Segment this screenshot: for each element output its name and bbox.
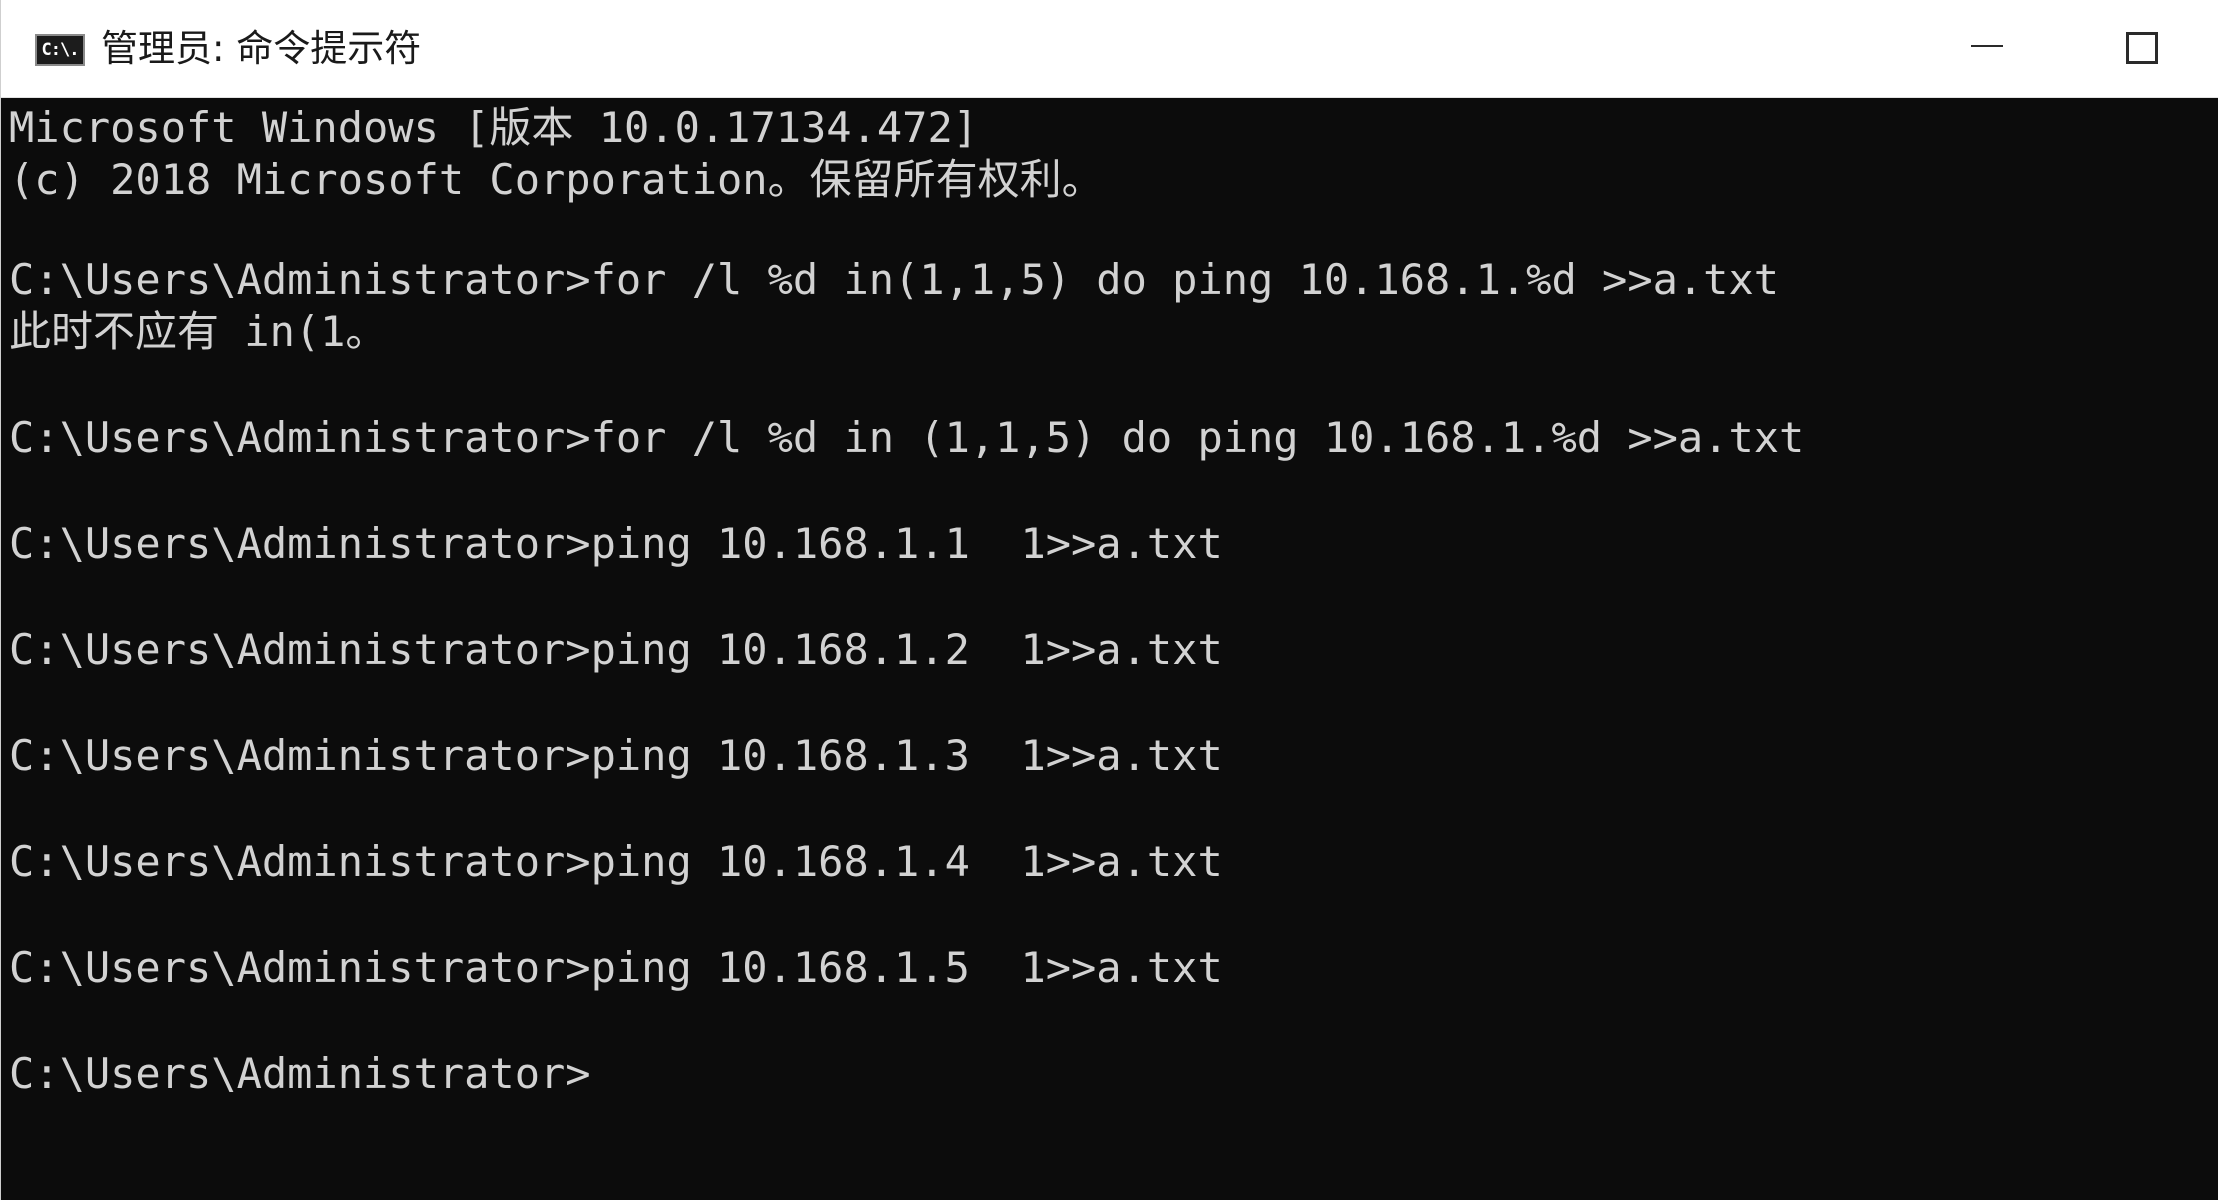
window-title: 管理员: 命令提示符 <box>101 27 422 70</box>
console-line: (c) 2018 Microsoft Corporation。保留所有权利。 <box>9 155 1104 204</box>
minimize-button[interactable] <box>1911 0 2061 98</box>
console-line: C:\Users\Administrator>for /l %d in (1,1… <box>9 413 1805 462</box>
title-bar[interactable]: C:\. 管理员: 命令提示符 <box>1 0 2218 98</box>
maximize-button[interactable] <box>2067 0 2217 98</box>
console-prompt: C:\Users\Administrator> <box>9 1049 591 1098</box>
console-line: C:\Users\Administrator>ping 10.168.1.1 1… <box>9 519 1223 568</box>
console-line: C:\Users\Administrator>ping 10.168.1.4 1… <box>9 837 1223 886</box>
console-line: C:\Users\Administrator>ping 10.168.1.5 1… <box>9 943 1223 992</box>
minimize-icon <box>1971 45 2003 47</box>
command-prompt-window: C:\. 管理员: 命令提示符 Microsoft Windows [版本 10… <box>0 0 2218 1200</box>
cmd-icon: C:\. <box>35 34 85 66</box>
console-output[interactable]: Microsoft Windows [版本 10.0.17134.472] (c… <box>1 98 2218 1200</box>
console-line: Microsoft Windows [版本 10.0.17134.472] <box>9 103 979 152</box>
maximize-icon <box>2126 32 2158 64</box>
console-line: 此时不应有 in(1。 <box>9 307 388 356</box>
console-line: C:\Users\Administrator>ping 10.168.1.3 1… <box>9 731 1223 780</box>
console-line: C:\Users\Administrator>ping 10.168.1.2 1… <box>9 625 1223 674</box>
console-line: C:\Users\Administrator>for /l %d in(1,1,… <box>9 255 1780 304</box>
